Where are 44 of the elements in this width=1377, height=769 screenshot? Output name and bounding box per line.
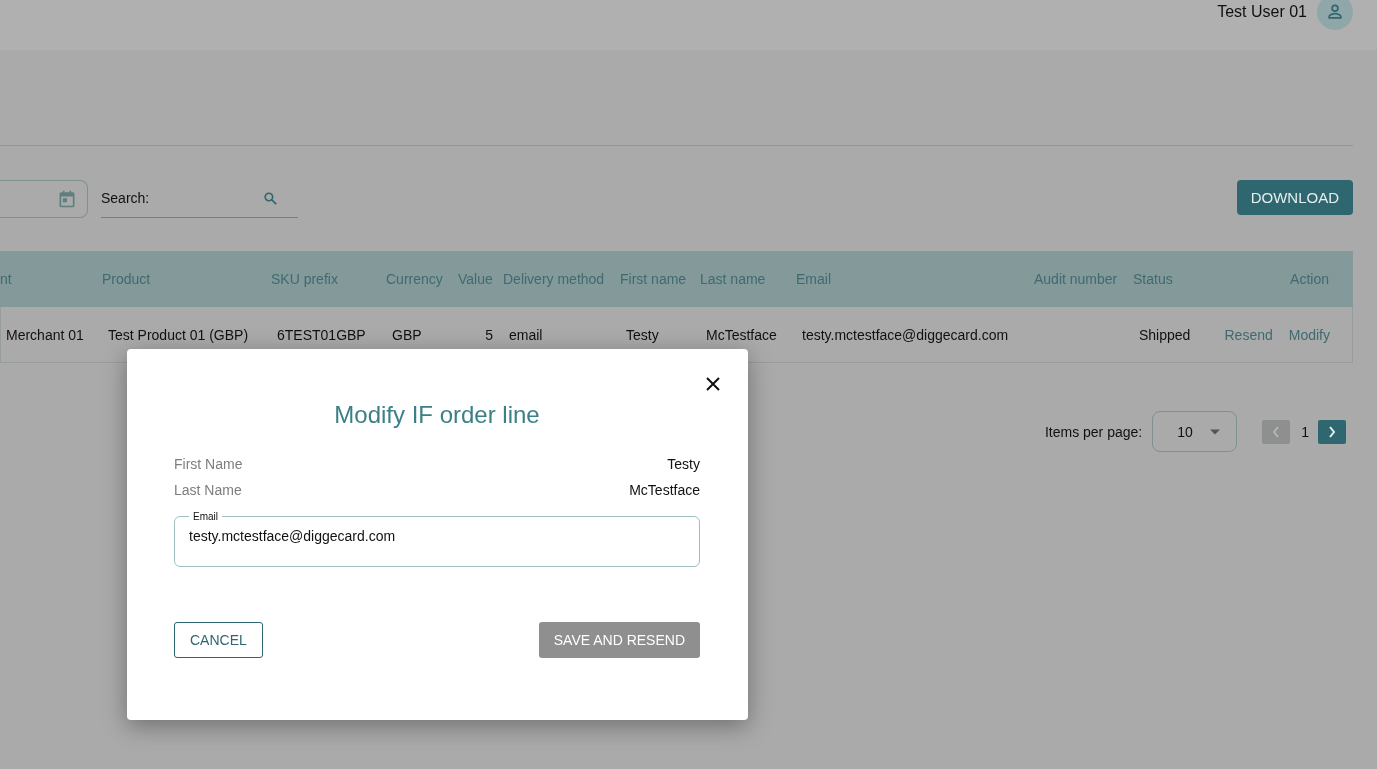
next-page-button[interactable] xyxy=(1318,419,1346,444)
table-cell-text: Merchant 01 xyxy=(5,326,85,343)
table-cell-text: testy.mctestface@diggecard.com xyxy=(801,326,1010,343)
field-value: McTestface xyxy=(629,482,700,498)
date-field[interactable] xyxy=(0,180,88,218)
column-header: First name xyxy=(620,271,688,287)
dialog-title: Modify IF order line xyxy=(333,401,541,429)
table-cell-text: 6TEST01GBP xyxy=(276,326,367,343)
page-size-select[interactable]: 10 xyxy=(1152,411,1238,452)
table-cell-text: Testy xyxy=(625,326,660,343)
calendar-icon[interactable] xyxy=(57,189,77,209)
field-label: Email xyxy=(192,511,219,522)
search-field[interactable]: Search: xyxy=(101,180,298,218)
column-header: Last name xyxy=(700,271,767,287)
table-cell-text: GBP xyxy=(391,326,423,343)
cancel-button[interactable]: CANCEL xyxy=(174,622,263,658)
close-icon[interactable] xyxy=(706,377,720,391)
table-cell-text: 5 xyxy=(484,326,494,343)
column-header: Product xyxy=(102,271,152,287)
column-header: Delivery method xyxy=(503,271,606,287)
caret-icon xyxy=(1210,428,1221,435)
field-label: First Name xyxy=(174,456,243,472)
items-per-page-label: Items per page: xyxy=(1044,423,1143,440)
column-header: nt xyxy=(0,271,13,287)
user-name: Test User 01 xyxy=(1217,3,1307,21)
search-icon[interactable] xyxy=(263,191,278,206)
column-header: Currency xyxy=(386,271,444,287)
column-header: Email xyxy=(796,271,832,287)
chevron-right-icon xyxy=(1328,425,1336,438)
column-header: Action xyxy=(1289,271,1330,287)
column-header: Status xyxy=(1133,271,1174,287)
field-label: Last Name xyxy=(174,482,242,498)
field-value: Testy xyxy=(667,456,700,472)
page-number: 1 xyxy=(1301,423,1309,440)
column-header: Value xyxy=(458,271,494,287)
table-cell-text: McTestface xyxy=(705,326,778,343)
chevron-left-icon xyxy=(1272,425,1281,438)
email-field[interactable]: Email testy.mctestface@diggecard.com xyxy=(174,511,700,567)
table-cell-text: Test Product 01 (GBP) xyxy=(107,326,250,343)
column-header: SKU prefix xyxy=(271,271,339,287)
column-header: Audit number xyxy=(1034,271,1119,287)
table-cell-text: email xyxy=(508,326,544,343)
download-button[interactable]: DOWNLOAD xyxy=(1236,180,1353,215)
avatar-icon[interactable] xyxy=(1317,0,1353,30)
